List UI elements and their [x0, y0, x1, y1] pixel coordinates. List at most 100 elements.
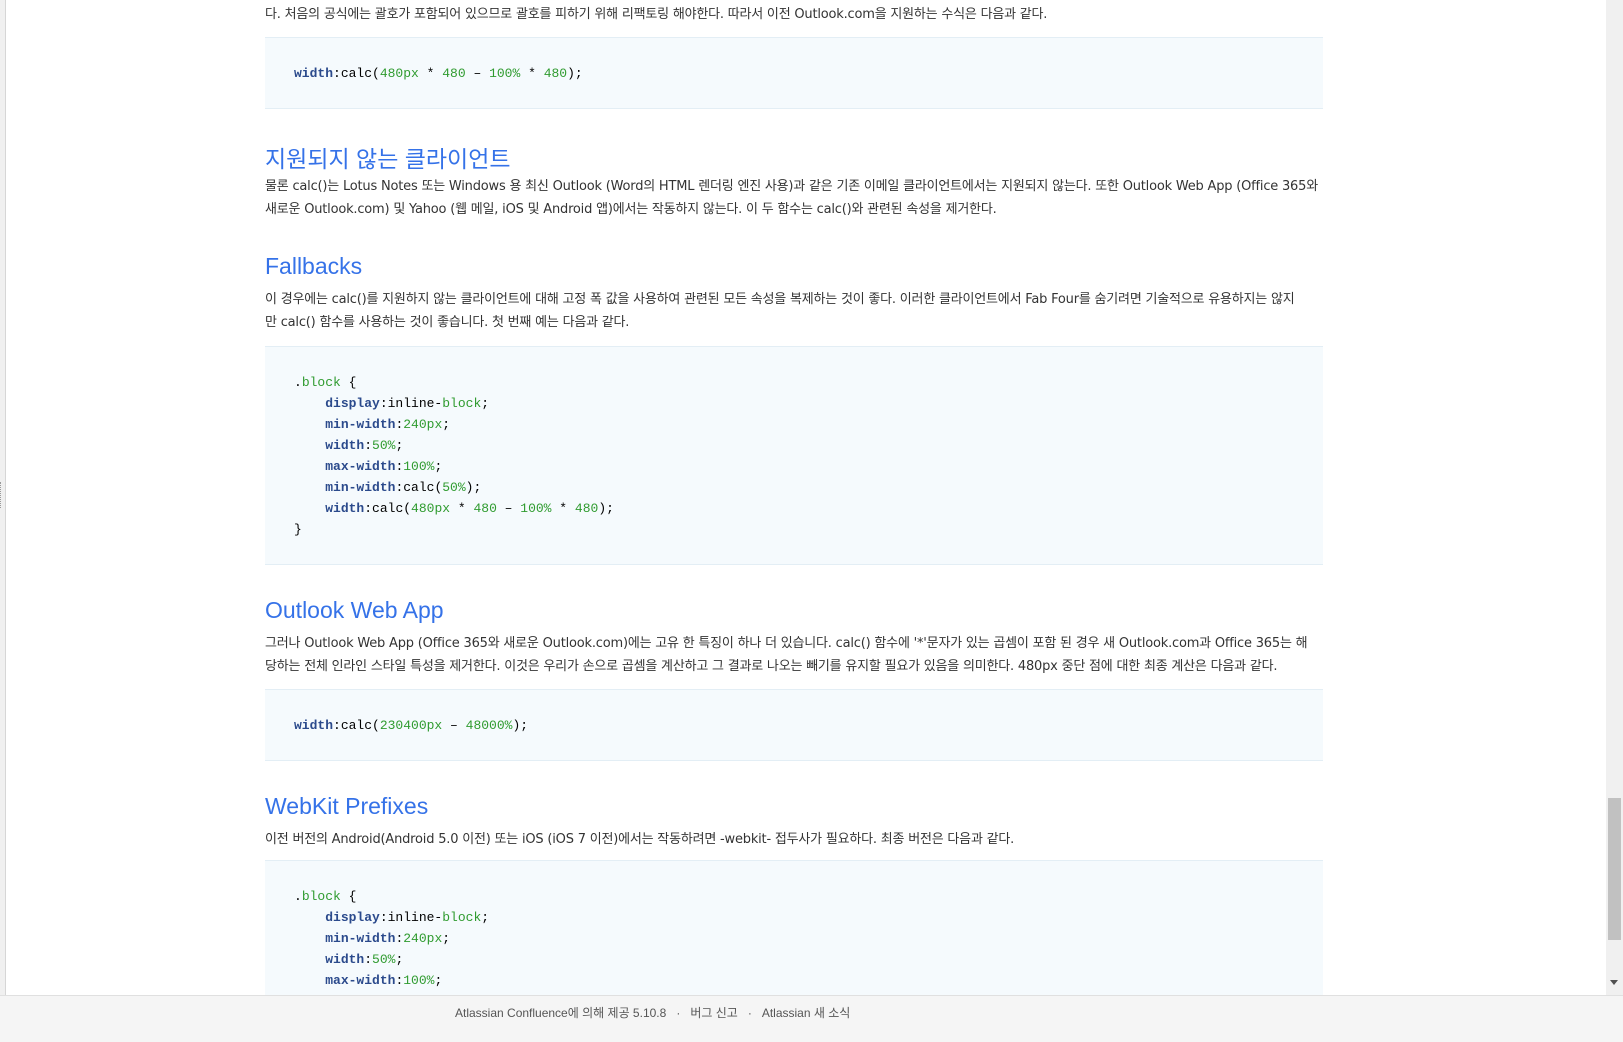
code-property: display [325, 910, 380, 925]
code-line: .block { [294, 886, 1323, 907]
code-property: max-width [325, 459, 396, 474]
code-value: 100% [489, 66, 521, 81]
heading-outlook-web-app: Outlook Web App [265, 597, 444, 623]
resize-handle[interactable] [0, 482, 4, 508]
code-text: { [340, 375, 357, 390]
code-text: } [294, 522, 302, 537]
code-text: :calc( [395, 480, 443, 495]
code-text: ); [465, 480, 482, 495]
code-line: width:50%; [294, 949, 1323, 970]
code-text: – [465, 66, 490, 81]
code-property: width [325, 501, 365, 516]
paragraph-owa-line1: 그러나 Outlook Web App (Office 365와 새로운 Out… [265, 636, 1308, 651]
code-text: ; [442, 417, 451, 432]
code-line: width:50%; [294, 435, 1323, 456]
paragraph-fallbacks-line1: 이 경우에는 calc()를 지원하지 않는 클라이언트에 대해 고정 폭 값을… [265, 292, 1295, 307]
footer-separator: · [676, 1006, 681, 1020]
code-text: * [551, 501, 575, 516]
code-value: 480px [379, 66, 419, 81]
code-property: min-width [325, 480, 396, 495]
code-text: * [450, 501, 474, 516]
code-line: min-width:240px; [294, 414, 1323, 435]
code-property: width [294, 66, 334, 81]
code-line: } [294, 519, 1323, 540]
code-line: max-width:100%; [294, 970, 1323, 991]
paragraph-unsupported-line1: 물론 calc()는 Lotus Notes 또는 Windows 용 최신 O… [265, 179, 1318, 194]
code-text: ); [567, 66, 583, 81]
code-text: * [418, 66, 443, 81]
code-value: 100% [403, 459, 435, 474]
footer-bug-report-link[interactable]: 버그 신고 [690, 1006, 738, 1020]
code-line: display:inline-block; [294, 907, 1323, 928]
code-line: width:calc(480px * 480 – 100% * 480); [294, 63, 1323, 84]
code-class-name: block [301, 375, 341, 390]
heading-unsupported-clients: 지원되지 않는 클라이언트 [265, 146, 511, 172]
code-block-3: width:calc(230400px – 48000%); [265, 689, 1323, 761]
code-text: – [442, 718, 466, 733]
code-text: ; [481, 396, 490, 411]
code-line: width:calc(230400px – 48000%); [294, 715, 1323, 736]
code-text: ; [434, 459, 443, 474]
code-text: – [496, 501, 521, 516]
code-block-1: width:calc(480px * 480 – 100% * 480); [265, 37, 1323, 109]
code-text: ); [598, 501, 614, 516]
code-line: min-width:240px; [294, 928, 1323, 949]
code-property: max-width [325, 973, 396, 988]
heading-webkit-prefixes: WebKit Prefixes [265, 793, 429, 819]
code-line: min-width:calc(50%); [294, 477, 1323, 498]
code-text: . [294, 375, 302, 390]
footer-separator: · [747, 1006, 752, 1020]
footer-links: Atlassian Confluence에 의해 제공 5.10.8 · 버그 신고… [455, 1004, 850, 1021]
paragraph-webkit-line1: 이전 버전의 Android(Android 5.0 이전) 또는 iOS (i… [265, 832, 1015, 847]
code-text: :inline- [379, 910, 443, 925]
code-text: :calc( [333, 718, 380, 733]
code-value: 230400px [379, 718, 443, 733]
code-text: ; [434, 973, 443, 988]
code-value: 480 [574, 501, 599, 516]
footer-news-link[interactable]: Atlassian 새 소식 [762, 1006, 850, 1020]
code-property: width [325, 952, 365, 967]
paragraph-unsupported-line2: 새로운 Outlook.com) 및 Yahoo (웹 메일, iOS 및 An… [265, 202, 997, 217]
code-property: display [325, 396, 380, 411]
code-class-name: block [442, 396, 482, 411]
code-line: width:calc(480px * 480 – 100% * 480); [294, 498, 1323, 519]
code-text: . [294, 889, 302, 904]
code-value: 480 [543, 66, 568, 81]
code-class-name: block [442, 910, 482, 925]
code-property: min-width [325, 931, 396, 946]
code-value: 100% [520, 501, 552, 516]
vertical-scrollbar[interactable] [1606, 0, 1623, 995]
code-text: ; [395, 438, 404, 453]
scrollbar-thumb[interactable] [1608, 798, 1621, 940]
code-value: 100% [403, 973, 435, 988]
code-line: max-width:100%; [294, 456, 1323, 477]
footer-powered-by-link[interactable]: Atlassian Confluence에 의해 제공 5.10.8 [455, 1006, 666, 1020]
code-text: { [340, 889, 357, 904]
code-text: :calc( [333, 66, 380, 81]
scroll-down-arrow-icon[interactable] [1610, 980, 1618, 985]
code-block-2: .block { display:inline-block; min-width… [265, 346, 1323, 565]
code-value: 480px [411, 501, 451, 516]
code-line: display:inline-block; [294, 393, 1323, 414]
code-property: width [325, 438, 365, 453]
code-value: 480 [473, 501, 497, 516]
intro-paragraph: 다. 처음의 공식에는 괄호가 포함되어 있으므로 괄호를 피하기 위해 리팩토… [265, 7, 1048, 22]
heading-fallbacks: Fallbacks [265, 253, 363, 279]
code-value: 240px [403, 931, 443, 946]
code-text: :inline- [379, 396, 443, 411]
code-text: * [520, 66, 544, 81]
code-property: width [294, 718, 334, 733]
paragraph-fallbacks-line2: 만 calc() 함수를 사용하는 것이 좋습니다. 첫 번째 예는 다음과 같… [265, 315, 630, 330]
code-block-4: .block { display:inline-block; min-width… [265, 860, 1323, 1000]
code-text: : [364, 438, 373, 453]
code-value: 240px [403, 417, 443, 432]
